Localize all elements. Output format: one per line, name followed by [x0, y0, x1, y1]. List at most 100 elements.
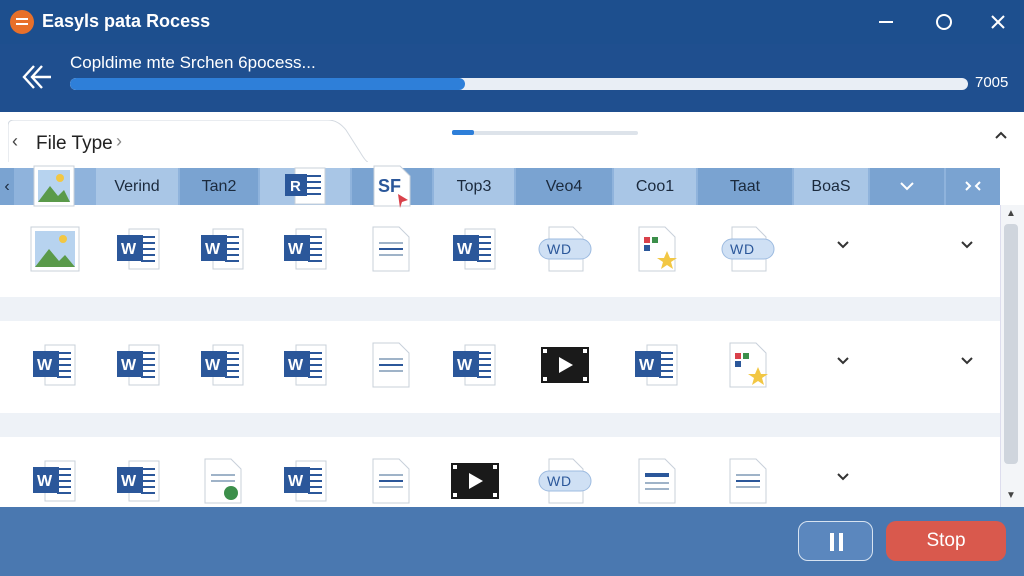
footer-bar: Stop [0, 507, 1024, 576]
word-icon[interactable]: W [27, 337, 83, 393]
doc-text-icon[interactable] [720, 453, 776, 507]
svg-text:W: W [121, 473, 137, 490]
chevron-right-icon[interactable]: › [116, 131, 122, 152]
word-icon[interactable]: W [111, 221, 167, 277]
file-panel: ‹ File Type › ‹ Verind Tan2 R SF Top3 Ve… [0, 112, 1024, 507]
svg-text:W: W [547, 241, 561, 257]
scroll-up-icon[interactable]: ▲ [1004, 208, 1018, 222]
star-doc-icon[interactable] [720, 337, 776, 393]
file-type-label: File Type [36, 133, 113, 154]
doc-text-icon[interactable] [363, 337, 419, 393]
image-icon[interactable] [27, 221, 83, 277]
progress-header: Copldime mte Srchen 6pocess... 7005 [0, 44, 1024, 112]
column-header-9[interactable]: BoaS [794, 168, 868, 205]
svg-text:W: W [37, 357, 53, 374]
svg-text:W: W [288, 473, 304, 490]
file-type-tab[interactable]: ‹ File Type › [8, 120, 368, 162]
tab-indicator-track [452, 131, 638, 135]
svg-text:W: W [457, 357, 473, 374]
svg-text:D: D [561, 473, 571, 489]
svg-text:W: W [457, 241, 473, 258]
video-icon[interactable] [447, 453, 503, 507]
svg-text:W: W [121, 241, 137, 258]
word-icon[interactable]: W [278, 453, 334, 507]
svg-text:W: W [288, 357, 304, 374]
word-icon[interactable]: W [195, 221, 251, 277]
word-icon[interactable]: W [278, 221, 334, 277]
column-header-8[interactable]: Taat [698, 168, 792, 205]
table-row[interactable]: WWWWWDWD [0, 205, 1000, 297]
word-icon[interactable]: W [111, 337, 167, 393]
doc-text-icon[interactable] [363, 221, 419, 277]
svg-text:R: R [290, 178, 301, 195]
header-chevron-down-icon[interactable] [870, 168, 944, 205]
pause-button[interactable] [798, 521, 873, 561]
word-icon[interactable]: W [447, 337, 503, 393]
video-icon[interactable] [537, 337, 593, 393]
svg-text:D: D [561, 241, 571, 257]
file-grid: WWWWWDWD WWWWWW WWWWD [0, 205, 1000, 507]
column-header-7[interactable]: Coo1 [614, 168, 696, 205]
maximize-icon[interactable] [930, 8, 958, 36]
minimize-icon[interactable] [872, 8, 900, 36]
word-icon[interactable]: W [447, 221, 503, 277]
wid-badge-icon[interactable]: WD [537, 221, 593, 277]
row-expand-chevron-icon[interactable] [958, 355, 976, 367]
progress-bar [70, 78, 968, 90]
word-icon[interactable]: W [27, 453, 83, 507]
svg-text:W: W [288, 241, 304, 258]
svg-text:SF: SF [378, 176, 401, 196]
wid-badge-icon[interactable]: WD [720, 221, 776, 277]
file-type-bar: ‹ File Type › [0, 112, 1024, 162]
column-header-2[interactable]: Tan2 [180, 168, 258, 205]
tab-indicator [452, 130, 474, 135]
star-doc-icon[interactable] [629, 221, 685, 277]
word-icon: R [283, 164, 327, 208]
svg-text:W: W [37, 473, 53, 490]
column-header-row: ‹ Verind Tan2 R SF Top3 Veo4 Coo1 Taat B… [0, 165, 1000, 208]
column-header-5[interactable]: Top3 [434, 168, 514, 205]
progress-label: Copldime mte Srchen 6pocess... [70, 53, 316, 72]
image-icon [32, 164, 76, 208]
close-icon[interactable] [984, 8, 1012, 36]
doc-lines-icon[interactable] [629, 453, 685, 507]
table-row[interactable]: WWWWD [0, 437, 1000, 507]
svg-text:W: W [730, 241, 744, 257]
svg-text:D: D [744, 241, 754, 257]
wid-badge-icon[interactable]: WD [537, 453, 593, 507]
sheet-icon[interactable] [195, 453, 251, 507]
word-icon[interactable]: W [629, 337, 685, 393]
word-icon[interactable]: W [278, 337, 334, 393]
scroll-thumb[interactable] [1004, 224, 1018, 464]
column-header-6[interactable]: Veo4 [516, 168, 612, 205]
svg-text:W: W [639, 357, 655, 374]
word-icon[interactable]: W [195, 337, 251, 393]
svg-text:W: W [547, 473, 561, 489]
svg-text:W: W [205, 241, 221, 258]
word-icon[interactable]: W [111, 453, 167, 507]
scroll-down-icon[interactable]: ▼ [1004, 490, 1018, 504]
row-expand-chevron-icon[interactable] [834, 471, 852, 483]
row-expand-chevron-icon[interactable] [834, 355, 852, 367]
collapse-columns-icon[interactable] [946, 168, 1000, 205]
row-expand-chevron-icon[interactable] [834, 239, 852, 251]
column-header-1[interactable]: Verind [96, 168, 178, 205]
progress-value: 7005 [975, 74, 1009, 91]
pause-icon [830, 533, 834, 551]
doc-text-icon[interactable] [363, 453, 419, 507]
row-separator [0, 297, 1000, 321]
table-row[interactable]: WWWWWW [0, 321, 1000, 413]
svg-text:W: W [121, 357, 137, 374]
chevron-up-icon[interactable] [990, 124, 1012, 146]
app-logo-icon [10, 10, 34, 34]
row-separator [0, 413, 1000, 437]
sf-doc-icon: SF [370, 164, 414, 208]
chevron-left-icon[interactable]: ‹ [12, 131, 18, 152]
back-arrow-icon[interactable] [18, 62, 52, 92]
stop-button[interactable]: Stop [886, 521, 1006, 561]
svg-text:W: W [205, 357, 221, 374]
row-expand-chevron-icon[interactable] [958, 239, 976, 251]
window-title: Easyls pata Rocess [42, 11, 211, 31]
scroll-left-icon[interactable]: ‹ [0, 168, 14, 205]
title-bar: Easyls pata Rocess [0, 0, 1024, 44]
